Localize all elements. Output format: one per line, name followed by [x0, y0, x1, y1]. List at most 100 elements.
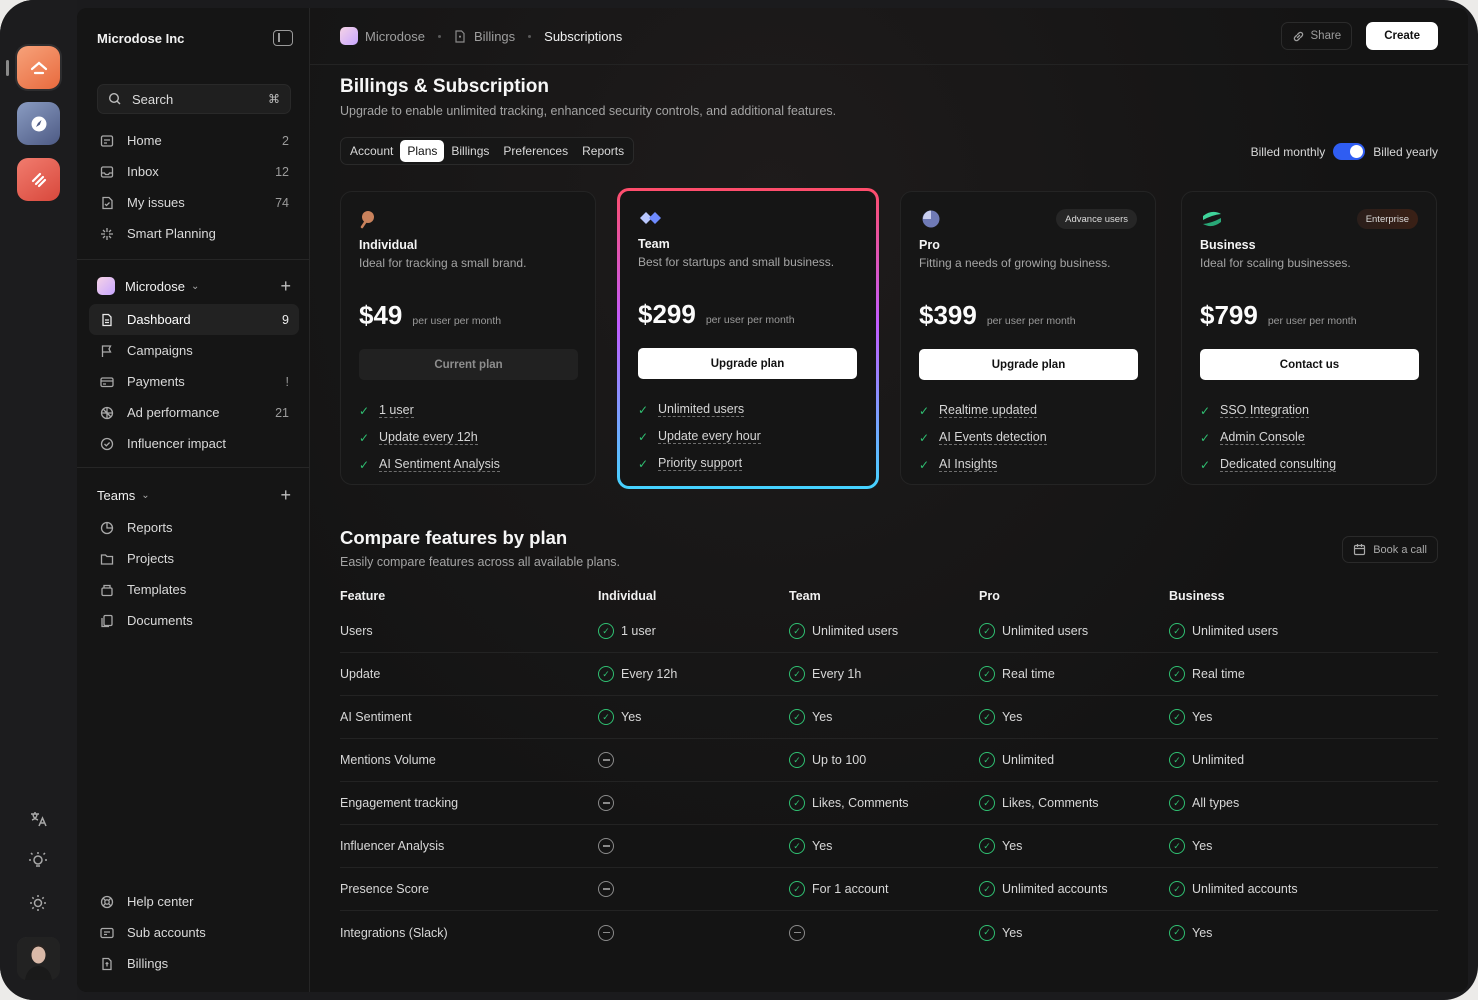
cell-value: Real time	[1192, 667, 1245, 681]
lightbulb-icon[interactable]	[27, 850, 49, 872]
table-cell: ✓ Every 12h	[598, 666, 789, 682]
tab-account[interactable]: Account	[343, 140, 400, 162]
plan-feature-label[interactable]: AI Events detection	[939, 430, 1047, 445]
billed-yearly-label[interactable]: Billed yearly	[1373, 145, 1438, 159]
plan-feature-label[interactable]: Realtime updated	[939, 403, 1037, 418]
link-icon	[1293, 31, 1303, 41]
check-icon: ✓	[359, 430, 370, 445]
nav-projects[interactable]: Projects	[89, 543, 299, 574]
add-team-icon[interactable]: +	[280, 485, 291, 506]
app-icon-microdose[interactable]	[17, 46, 60, 89]
tab-plans[interactable]: Plans	[400, 140, 445, 162]
nav-my-issues[interactable]: My issues 74	[89, 187, 299, 218]
plan-feature-label[interactable]: SSO Integration	[1220, 403, 1309, 418]
plan-feature-label[interactable]: AI Sentiment Analysis	[379, 457, 500, 472]
sidebar-divider	[77, 259, 310, 260]
nav-documents[interactable]: Documents	[89, 605, 299, 636]
nav-dashboard[interactable]: Dashboard 9	[89, 304, 299, 335]
nav-campaigns[interactable]: Campaigns	[89, 335, 299, 366]
table-cell	[598, 881, 789, 897]
billing-switch[interactable]	[1333, 143, 1366, 160]
check-circle-icon: ✓	[789, 666, 805, 682]
nav-payments-alert: !	[285, 374, 289, 389]
app-icon-compass[interactable]	[17, 102, 60, 145]
check-circle-icon: ✓	[1169, 838, 1185, 854]
check-circle-icon: ✓	[789, 623, 805, 639]
minus-circle-icon	[598, 795, 614, 811]
table-body: Users ✓ 1 user ✓ Unlimited users ✓ Unlimited u…	[340, 610, 1438, 954]
create-button[interactable]: Create	[1366, 22, 1438, 50]
app-icon-stack[interactable]	[17, 158, 60, 201]
user-avatar[interactable]	[17, 937, 60, 980]
nav-dashboard-count: 9	[282, 312, 289, 327]
folder-icon	[99, 551, 115, 567]
plan-feature: ✓ Update every 12h	[359, 424, 500, 451]
book-call-button[interactable]: Book a call	[1342, 536, 1438, 563]
share-button[interactable]: Share	[1280, 22, 1353, 50]
table-row: Presence Score ✓ For 1 account ✓ Unlimited a…	[340, 868, 1438, 911]
nav-help-center[interactable]: Help center	[89, 886, 299, 917]
breadcrumb-mid[interactable]: Billings	[474, 29, 515, 44]
translate-icon[interactable]	[27, 808, 49, 830]
teams-header[interactable]: Teams ⌄ +	[97, 485, 291, 505]
column-header: Team	[789, 589, 821, 603]
cell-value: Every 12h	[621, 667, 678, 681]
workspace-header[interactable]: Microdose ⌄ +	[97, 276, 291, 296]
sidebar: Microdose Inc Search ⌘ Home 2 Inbox 12 M…	[77, 8, 310, 992]
template-icon	[99, 582, 115, 598]
nav-home[interactable]: Home 2	[89, 125, 299, 156]
plan-feature-label[interactable]: Update every hour	[658, 429, 761, 444]
check-circle-icon: ✓	[979, 795, 995, 811]
plan-feature-label[interactable]: Dedicated consulting	[1220, 457, 1337, 472]
app-window: Microdose Inc Search ⌘ Home 2 Inbox 12 M…	[77, 8, 1468, 992]
plan-feature-label[interactable]: Update every 12h	[379, 430, 478, 445]
nav-sub-accounts[interactable]: Sub accounts	[89, 917, 299, 948]
plan-feature: ✓ Update every hour	[638, 423, 761, 450]
check-circle-icon: ✓	[979, 709, 995, 725]
table-cell: ✓ Unlimited users	[1169, 623, 1438, 639]
check-circle-icon: ✓	[789, 795, 805, 811]
nav-templates[interactable]: Templates	[89, 574, 299, 605]
tab-reports[interactable]: Reports	[575, 140, 631, 162]
nav-influencer-impact[interactable]: Influencer impact	[89, 428, 299, 459]
business-logo-icon	[1203, 211, 1221, 227]
plan-feature-label[interactable]: Priority support	[658, 456, 743, 471]
table-row: Influencer Analysis ✓ Yes ✓ Yes ✓ Yes	[340, 825, 1438, 868]
upgrade-plan-button[interactable]: Upgrade plan	[919, 349, 1138, 380]
feature-name: Integrations (Slack)	[340, 925, 448, 940]
nav-ad-performance[interactable]: Ad performance 21	[89, 397, 299, 428]
cell-value: Yes	[1002, 710, 1023, 724]
cell-value: Unlimited accounts	[1002, 882, 1108, 896]
plan-feature-label[interactable]: Admin Console	[1220, 430, 1305, 445]
search-label: Search	[132, 91, 174, 107]
check-circle-icon: ✓	[979, 666, 995, 682]
upgrade-plan-button[interactable]: Upgrade plan	[638, 348, 857, 379]
tab-billings[interactable]: Billings	[444, 140, 496, 162]
contact-us-button[interactable]: Contact us	[1200, 349, 1419, 380]
nav-inbox[interactable]: Inbox 12	[89, 156, 299, 187]
tab-preferences[interactable]: Preferences	[496, 140, 575, 162]
plan-feature-label[interactable]: AI Insights	[939, 457, 998, 472]
nav-smart-planning[interactable]: Smart Planning	[89, 218, 299, 249]
billed-monthly-label[interactable]: Billed monthly	[1251, 145, 1326, 159]
sun-icon[interactable]	[27, 892, 49, 914]
plan-feature-label[interactable]: 1 user	[379, 403, 414, 418]
cell-value: Yes	[1192, 710, 1213, 724]
breadcrumb-root[interactable]: Microdose	[365, 29, 425, 44]
share-label: Share	[1310, 30, 1342, 42]
nav-billings[interactable]: Billings	[89, 948, 299, 979]
org-name[interactable]: Microdose Inc	[97, 31, 184, 46]
table-cell: ✓ Unlimited users	[789, 623, 979, 639]
current-plan-button: Current plan	[359, 349, 578, 380]
chevron-down-icon: ⌄	[190, 280, 200, 292]
search-input[interactable]: Search ⌘	[97, 84, 291, 114]
cell-value: Real time	[1002, 667, 1055, 681]
sidebar-toggle-icon[interactable]	[273, 30, 293, 46]
nav-payments[interactable]: Payments !	[89, 366, 299, 397]
plan-feature-label[interactable]: Unlimited users	[658, 402, 745, 417]
individual-logo-icon	[360, 211, 374, 229]
cell-value: Unlimited	[1192, 753, 1245, 767]
add-workspace-icon[interactable]: +	[280, 276, 291, 297]
nav-reports[interactable]: Reports	[89, 512, 299, 543]
plan-feature: ✓ Priority support	[638, 450, 761, 477]
